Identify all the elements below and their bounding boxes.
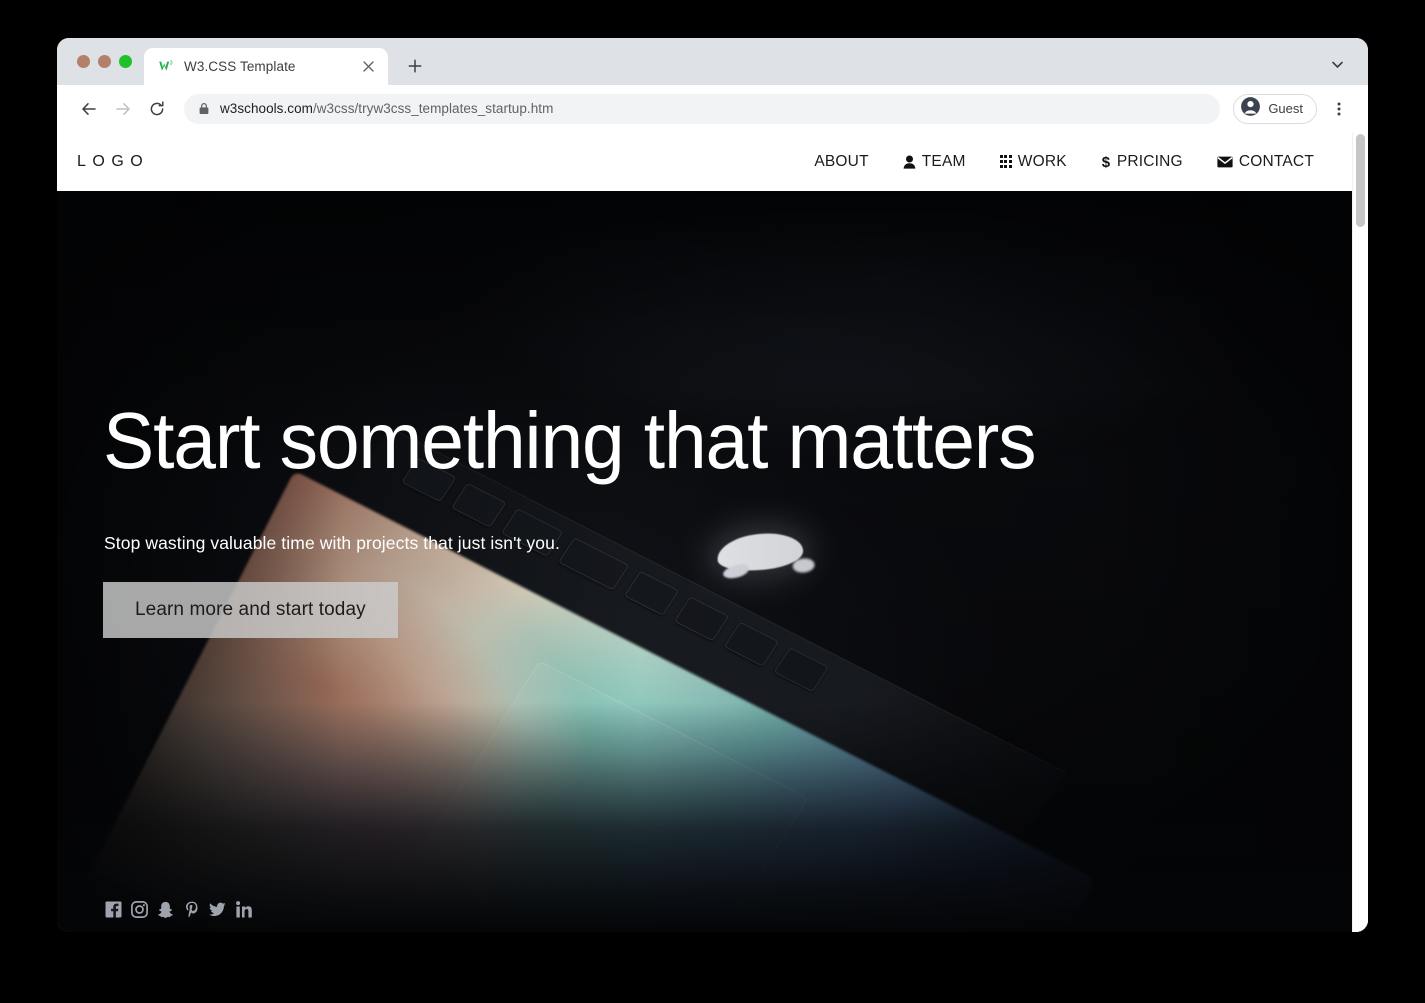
hero-content: Start something that matters Stop wastin… — [103, 401, 1103, 638]
page-scrollbar-thumb[interactable] — [1356, 134, 1365, 227]
nav-label-contact: CONTACT — [1238, 152, 1314, 170]
forward-button[interactable] — [107, 93, 138, 124]
site-nav-links: ABOUT TEAM WORK $ PRICING CONTACT — [797, 142, 1331, 182]
nav-item-work[interactable]: WORK — [983, 142, 1084, 182]
profile-button[interactable]: Guest — [1233, 93, 1317, 124]
svg-text:$: $ — [1102, 154, 1111, 170]
hero-title: Start something that matters — [103, 396, 1037, 485]
close-icon[interactable] — [358, 57, 378, 77]
snapchat-icon[interactable] — [157, 901, 174, 918]
hero-subtitle: Stop wasting valuable time with projects… — [104, 533, 560, 553]
reload-button[interactable] — [141, 93, 172, 124]
url-text: w3schools.com/w3css/tryw3css_templates_s… — [220, 101, 553, 116]
nav-item-about[interactable]: ABOUT — [797, 142, 885, 182]
w3schools-logo-icon: 3 — [158, 58, 175, 75]
user-icon — [903, 155, 916, 169]
dollar-icon: $ — [1101, 154, 1111, 170]
social-links — [105, 901, 252, 918]
nav-item-team[interactable]: TEAM — [886, 142, 983, 182]
back-button[interactable] — [73, 93, 104, 124]
grid-icon — [999, 155, 1012, 168]
browser-tab[interactable]: 3 W3.CSS Template — [144, 48, 388, 85]
tab-strip-spacer — [431, 84, 1322, 85]
envelope-icon — [1217, 156, 1233, 168]
chevron-down-icon[interactable] — [1322, 49, 1352, 79]
new-tab-button[interactable] — [399, 50, 431, 82]
page-content: LOGO ABOUT TEAM WORK $ PRICING CONTACT S… — [57, 132, 1353, 932]
browser-tab-title: W3.CSS Template — [184, 59, 296, 74]
page-scrollbar[interactable] — [1352, 132, 1368, 932]
nav-label-work: WORK — [1017, 152, 1067, 170]
nav-item-pricing[interactable]: $ PRICING — [1084, 142, 1200, 182]
profile-label: Guest — [1268, 101, 1303, 116]
pinterest-icon[interactable] — [183, 901, 200, 918]
nav-label-about: ABOUT — [814, 152, 869, 170]
facebook-icon[interactable] — [105, 901, 122, 918]
minimize-window-button[interactable] — [98, 55, 111, 68]
url-path: /w3css/tryw3css_templates_startup.htm — [312, 101, 554, 116]
nav-label-pricing: PRICING — [1116, 152, 1183, 170]
tab-strip: 3 W3.CSS Template — [57, 38, 1368, 85]
hero-section: Start something that matters Stop wastin… — [57, 191, 1353, 932]
browser-toolbar: w3schools.com/w3css/tryw3css_templates_s… — [57, 85, 1368, 132]
hero-cta-button[interactable]: Learn more and start today — [103, 582, 398, 638]
window-controls — [57, 38, 144, 85]
close-window-button[interactable] — [77, 55, 90, 68]
browser-window: 3 W3.CSS Template w3schools.com/w3css/tr… — [57, 38, 1368, 932]
page-viewport: LOGO ABOUT TEAM WORK $ PRICING CONTACT S… — [57, 132, 1368, 932]
lock-icon — [198, 102, 210, 115]
svg-text:3: 3 — [170, 61, 173, 67]
url-host: w3schools.com — [220, 101, 313, 116]
account-circle-icon — [1240, 96, 1261, 122]
linkedin-icon[interactable] — [235, 901, 252, 918]
nav-item-contact[interactable]: CONTACT — [1200, 142, 1331, 182]
browser-menu-button[interactable] — [1324, 94, 1354, 124]
nav-label-team: TEAM — [921, 152, 966, 170]
maximize-window-button[interactable] — [119, 55, 132, 68]
address-bar[interactable]: w3schools.com/w3css/tryw3css_templates_s… — [184, 93, 1221, 124]
site-navbar: LOGO ABOUT TEAM WORK $ PRICING CONTACT — [57, 132, 1353, 191]
instagram-icon[interactable] — [131, 901, 148, 918]
screenshot-root: 3 W3.CSS Template w3schools.com/w3css/tr… — [0, 0, 1425, 1003]
twitter-icon[interactable] — [209, 901, 226, 918]
site-logo[interactable]: LOGO — [77, 153, 149, 171]
